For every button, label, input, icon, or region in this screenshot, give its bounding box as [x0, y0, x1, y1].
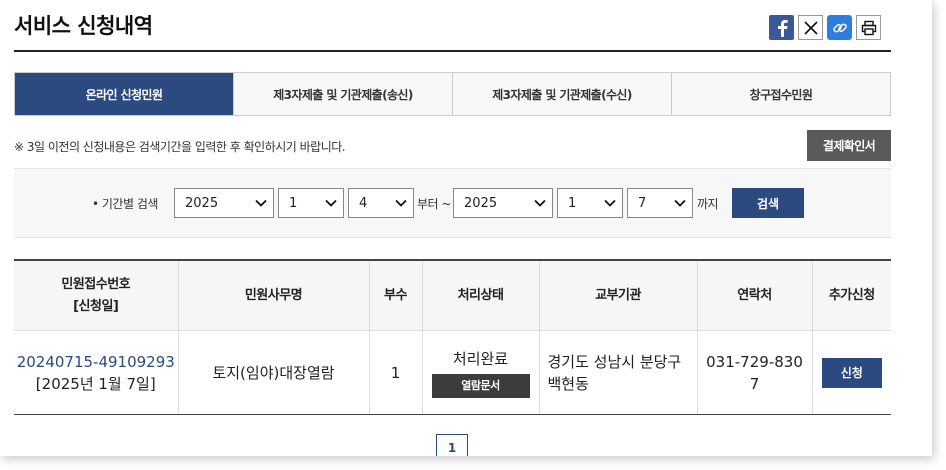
search-notice: ※ 3일 이전의 신청내용은 검색기간을 입력한 후 확인하시기 바랍니다. — [14, 140, 346, 154]
table-header-row: 민원접수번호 [신청일] 민원사무명 부수 처리상태 교부기관 연락처 추가신청 — [14, 260, 891, 331]
facebook-icon — [777, 19, 788, 37]
header-service-name: 민원사무명 — [177, 260, 369, 331]
search-button[interactable]: 검색 — [732, 188, 804, 218]
header-contact: 연락처 — [696, 260, 812, 331]
from-day-select[interactable]: 4 — [348, 188, 414, 218]
status-text: 처리완료 — [452, 349, 509, 368]
service-name-cell: 토지(임야)대장열람 — [177, 330, 369, 415]
to-month-value: 1 — [568, 195, 577, 211]
header-status: 처리상태 — [421, 260, 539, 331]
chevron-down-icon — [674, 199, 686, 207]
period-search-label: • 기간별 검색 — [92, 197, 158, 211]
table-row: 20240715-49109293 [2025년 1월 7일] 토지(임야)대장… — [14, 330, 891, 415]
apply-button[interactable]: 신청 — [821, 357, 882, 388]
page-title: 서비스 신청내역 — [14, 14, 153, 38]
application-history-table: 민원접수번호 [신청일] 민원사무명 부수 처리상태 교부기관 연락처 추가신청… — [14, 259, 891, 415]
header-additional-request: 추가신청 — [811, 260, 891, 331]
link-icon — [832, 22, 847, 32]
from-day-value: 4 — [359, 195, 368, 211]
chevron-down-icon — [534, 199, 546, 207]
chevron-down-icon — [604, 199, 616, 207]
header-copies: 부수 — [368, 260, 422, 331]
to-suffix: 까지 — [697, 197, 719, 211]
period-search-bar: • 기간별 검색 2025 1 4 부터 ~ 2025 1 7 까지 검색 — [14, 168, 891, 238]
tab-online-application[interactable]: 온라인 신청민원 — [15, 73, 233, 115]
from-month-value: 1 — [289, 195, 298, 211]
chevron-down-icon — [395, 199, 407, 207]
to-day-select[interactable]: 7 — [627, 188, 693, 218]
application-date: [2025년 1월 7일] — [35, 374, 156, 393]
view-document-button[interactable]: 열람문서 — [431, 373, 530, 398]
tab-third-party-received[interactable]: 제3자제출 및 기관제출(수신) — [452, 73, 671, 115]
title-divider — [14, 50, 891, 52]
from-month-select[interactable]: 1 — [278, 188, 344, 218]
to-year-select[interactable]: 2025 — [453, 188, 553, 218]
issuing-agency-cell: 경기도 성남시 분당구 백현동 — [538, 330, 697, 415]
from-year-select[interactable]: 2025 — [174, 188, 274, 218]
print-button[interactable] — [856, 15, 881, 40]
to-year-value: 2025 — [464, 195, 498, 211]
to-month-select[interactable]: 1 — [557, 188, 623, 218]
facebook-share-button[interactable] — [769, 15, 794, 40]
application-number-cell: 20240715-49109293 [2025년 1월 7일] — [14, 330, 178, 415]
x-share-button[interactable] — [798, 15, 823, 40]
application-number-link[interactable]: 20240715-49109293 — [17, 353, 175, 371]
history-tabs: 온라인 신청민원 제3자제출 및 기관제출(송신) 제3자제출 및 기관제출(수… — [14, 72, 891, 116]
chevron-down-icon — [255, 199, 267, 207]
link-share-button[interactable] — [827, 15, 852, 40]
status-cell: 처리완료 열람문서 — [421, 330, 539, 415]
print-icon — [861, 20, 876, 35]
service-history-panel: 서비스 신청내역 온라인 신청민원 제3자제출 및 기관제출(송신) 제3자제출… — [0, 0, 932, 456]
to-day-value: 7 — [638, 195, 647, 211]
contact-cell: 031-729-830 7 — [696, 330, 812, 415]
pagination-page-1[interactable]: 1 — [436, 434, 468, 456]
chevron-down-icon — [325, 199, 337, 207]
tab-counter-received[interactable]: 창구접수민원 — [671, 73, 890, 115]
tab-third-party-sent[interactable]: 제3자제출 및 기관제출(송신) — [233, 73, 452, 115]
payment-receipt-button[interactable]: 결제확인서 — [807, 130, 891, 161]
x-icon — [803, 20, 818, 35]
header-issuing-agency: 교부기관 — [538, 260, 697, 331]
additional-request-cell: 신청 — [811, 330, 891, 415]
from-year-value: 2025 — [185, 195, 219, 211]
header-application-number: 민원접수번호 [신청일] — [14, 260, 178, 331]
copies-cell: 1 — [368, 330, 422, 415]
from-suffix: 부터 ~ — [417, 197, 451, 211]
